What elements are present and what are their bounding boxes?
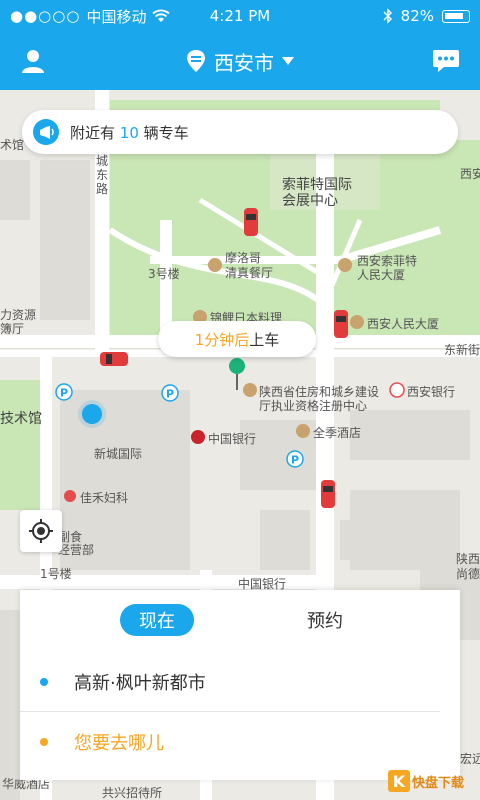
map-label: 城东路 [96,154,109,196]
hotel-poi-icon [338,258,352,272]
map-label: 全季酒店 [313,426,362,440]
map-label: 术馆 [0,138,25,152]
map-label: 宏远 [460,752,480,766]
boc-poi-icon [191,430,205,444]
destination-field[interactable]: 您要去哪儿 [20,712,460,772]
destination-dot-icon [40,738,48,746]
nearby-cars-banner[interactable]: 附近有 10 辆专车 [22,110,458,154]
map-label: 簿厅 [0,322,25,336]
crosshair-icon [29,519,53,543]
origin-dot-icon [40,677,48,686]
map-label: 西安人民大厦 [367,317,440,331]
car-icon [100,352,128,366]
map-label: 东新街 [444,343,480,357]
watermark-text: 快盘下载 [412,775,465,791]
pickup-tip[interactable]: 1分钟后 上车 [158,321,316,357]
app-header: 西安市 [0,32,480,90]
map-label: 人民大厦 [357,268,406,282]
status-time: 4:21 PM [209,7,271,25]
car-icon [321,480,335,508]
clinic-poi-icon [64,490,76,502]
svg-text:P: P [166,388,174,401]
restaurant-poi-icon [208,258,222,272]
nearby-suffix: 辆专车 [143,123,189,142]
map-label: 新城国际 [94,447,143,461]
map-label: 西安银行 [407,385,456,399]
watermark-logo: K 快盘下载 [388,768,474,794]
user-location-dot [82,404,102,424]
battery-icon [442,9,470,23]
parking-icon: P [286,450,304,468]
user-icon[interactable] [20,48,46,74]
hotel-poi-icon [296,424,310,438]
pickup-time: 1分钟后 [194,330,250,349]
car-icon [244,208,258,236]
top-bar: ●●○○○ 中国移动 4:21 PM 82% 西安市 [0,0,480,90]
map-label: 3号楼 [148,267,180,281]
tab-reserve[interactable]: 预约 [288,604,362,636]
map-label: 佳禾妇科 [80,491,129,505]
svg-text:P: P [60,387,68,400]
location-pin-icon [187,50,205,72]
map-label: 技术馆 [0,411,42,427]
map-label: 厅执业资格注册中心 [259,399,368,413]
map-label: 西安 [460,167,480,181]
megaphone-icon [22,110,70,154]
map-label: 会展中心 [282,193,338,209]
watermark-k-icon: K [388,770,410,792]
dropdown-icon [282,57,294,65]
svg-text:P: P [291,454,299,467]
status-bar: ●●○○○ 中国移动 4:21 PM 82% [0,0,480,32]
map-label: 尚德 [456,567,480,581]
map-label: 清真餐厅 [225,266,274,280]
time-tabs: 现在 预约 [20,590,460,652]
origin-text: 高新·枫叶新都市 [74,672,206,694]
locate-button[interactable] [20,510,62,552]
nearby-text: 附近有 10 辆专车 [70,122,189,143]
map-label: 1号楼 [40,567,72,581]
parking-icon: P [55,383,73,401]
nearby-prefix: 附近有 [70,123,116,142]
office-poi-icon [243,383,257,397]
hotel-poi-icon [350,315,364,329]
bank-poi-icon [389,382,405,398]
origin-field[interactable]: 高新·枫叶新都市 [20,652,440,712]
nearby-count: 10 [119,123,139,142]
chat-icon[interactable] [432,48,460,74]
city-name: 西安市 [214,50,274,75]
map-label: 中国银行 [208,432,257,446]
pickup-action: 上车 [249,330,280,349]
map-label: 经营部 [58,543,95,557]
map-label: 共兴招待所 [102,786,163,800]
parking-icon: P [161,384,179,402]
destination-placeholder: 您要去哪儿 [74,733,164,754]
booking-panel: 现在 预约 高新·枫叶新都市 您要去哪儿 [20,590,460,780]
tab-now[interactable]: 现在 [120,604,194,636]
car-icon [334,310,348,338]
city-selector[interactable]: 西安市 [186,47,294,76]
